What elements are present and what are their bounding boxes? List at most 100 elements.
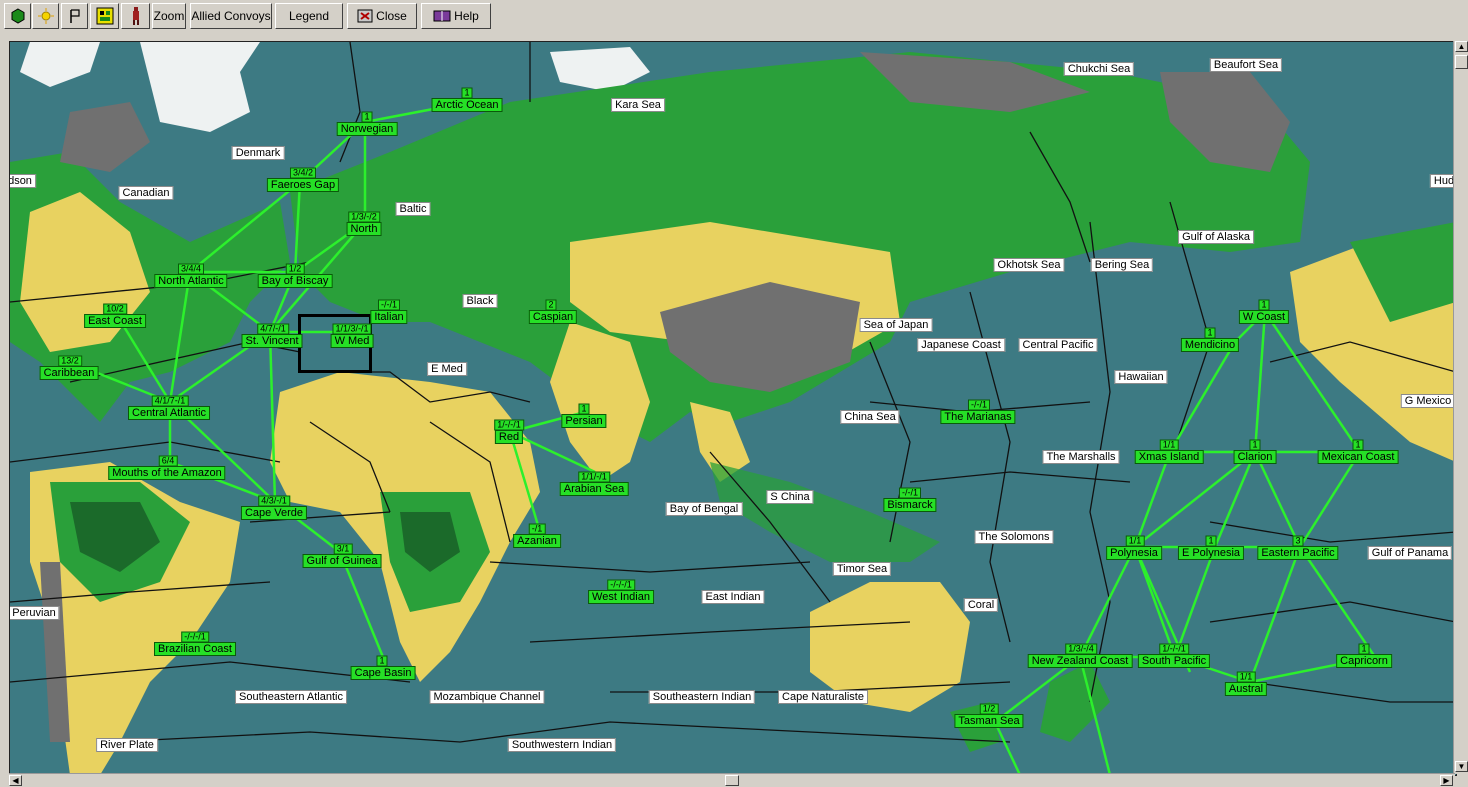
sea-zone-label[interactable]: Beaufort Sea: [1209, 58, 1283, 72]
convoy-zone-label[interactable]: Caspian: [528, 310, 578, 324]
sea-zone-label[interactable]: Gulf of Panama: [1367, 546, 1453, 560]
scroll-up-arrow-icon[interactable]: ▲: [1455, 41, 1468, 52]
convoy-zone-label[interactable]: Caribbean: [39, 366, 99, 380]
sea-zone-label[interactable]: G Mexico: [1400, 394, 1456, 408]
convoy-zone-label[interactable]: Mouths of the Amazon: [108, 466, 226, 480]
sea-zone-label[interactable]: Bering Sea: [1090, 258, 1154, 272]
convoy-zone-label[interactable]: Red: [494, 430, 524, 444]
convoy-zone-label[interactable]: Azanian: [513, 534, 561, 548]
convoy-code: 13/2: [58, 355, 82, 367]
sea-zone-label[interactable]: S China: [766, 490, 814, 504]
sea-zone-label[interactable]: Timor Sea: [832, 562, 892, 576]
convoy-zone-label[interactable]: North Atlantic: [154, 274, 228, 288]
world-map[interactable]: Kara Sea Chukchi Sea Beaufort Sea Denmar…: [9, 41, 1457, 776]
convoy-zone-label[interactable]: The Marianas: [940, 410, 1016, 424]
convoy-zone-label[interactable]: Capricorn: [1336, 654, 1392, 668]
sea-zone-label[interactable]: Gulf of Alaska: [1178, 230, 1254, 244]
flag-icon-button[interactable]: [61, 3, 88, 29]
convoy-zone-label[interactable]: Italian: [370, 310, 408, 324]
convoy-zone-label[interactable]: South Pacific: [1137, 654, 1211, 668]
sea-zone-label[interactable]: China Sea: [840, 410, 900, 424]
convoy-code: -/-/-/1: [181, 631, 209, 643]
sea-zone-label[interactable]: Chukchi Sea: [1063, 62, 1135, 76]
convoy-zone-label[interactable]: Clarion: [1233, 450, 1277, 464]
sea-zone-label[interactable]: Bay of Bengal: [665, 502, 743, 516]
sea-zone-label[interactable]: Denmark: [231, 146, 285, 160]
sea-zone-label[interactable]: Southwestern Indian: [507, 738, 617, 752]
sea-zone-label[interactable]: Coral: [963, 598, 999, 612]
allied-convoys-label: Allied Convoys: [191, 9, 271, 23]
allied-convoys-button[interactable]: Allied Convoys: [190, 3, 272, 29]
convoy-code: -/-/-/1: [607, 579, 635, 591]
convoy-zone-label[interactable]: Arabian Sea: [559, 482, 629, 496]
grid-icon-button[interactable]: [90, 3, 119, 29]
convoy-zone-label[interactable]: Austral: [1224, 682, 1268, 696]
convoy-zone-label[interactable]: West Indian: [588, 590, 654, 604]
convoy-zone-label[interactable]: Gulf of Guinea: [302, 554, 382, 568]
sea-zone-label[interactable]: Canadian: [118, 186, 174, 200]
convoy-code: 1/3/-/2: [348, 211, 380, 223]
sun-icon-button[interactable]: [32, 3, 59, 29]
grid-icon: [96, 7, 113, 25]
vertical-scrollbar[interactable]: ▲ ▼: [1453, 41, 1468, 774]
convoy-zone-label[interactable]: Cape Basin: [350, 666, 416, 680]
sea-zone-label[interactable]: Black: [462, 294, 498, 308]
sea-zone-label[interactable]: Hawaiian: [1114, 370, 1168, 384]
sea-zone-label[interactable]: Sea of Japan: [859, 318, 933, 332]
horizontal-scrollbar[interactable]: ◀ ▶: [9, 773, 1455, 787]
scroll-left-arrow-icon[interactable]: ◀: [9, 775, 22, 786]
sea-zone-label[interactable]: River Plate: [96, 738, 158, 752]
convoy-zone-label[interactable]: New Zealand Coast: [1027, 654, 1133, 668]
sea-zone-label[interactable]: dson: [10, 174, 36, 188]
convoy-zone-label[interactable]: Eastern Pacific: [1257, 546, 1339, 560]
sea-zone-label[interactable]: Central Pacific: [1018, 338, 1098, 352]
sea-zone-label[interactable]: Cape Naturaliste: [778, 690, 868, 704]
sea-zone-label[interactable]: Japanese Coast: [917, 338, 1005, 352]
convoy-zone-label[interactable]: East Coast: [84, 314, 146, 328]
sea-zone-label[interactable]: Peruvian: [10, 606, 60, 620]
convoy-zone-label[interactable]: Cape Verde: [240, 506, 308, 520]
hex-icon-button[interactable]: [4, 3, 31, 29]
convoy-zone-label[interactable]: Xmas Island: [1134, 450, 1204, 464]
convoy-zone-label[interactable]: North: [346, 222, 382, 236]
sea-zone-label[interactable]: Southeastern Atlantic: [235, 690, 347, 704]
scroll-right-arrow-icon[interactable]: ▶: [1440, 775, 1453, 786]
convoy-zone-label[interactable]: Persian: [561, 414, 607, 428]
sea-zone-label[interactable]: Southeastern Indian: [648, 690, 756, 704]
convoy-zone-label[interactable]: Bismarck: [883, 498, 937, 512]
convoy-zone-label[interactable]: W Med: [330, 334, 374, 348]
convoy-zone-label[interactable]: St. Vincent: [241, 334, 303, 348]
sea-zone-label[interactable]: East Indian: [701, 590, 765, 604]
convoy-code: 3: [1292, 535, 1304, 547]
convoy-zone-label[interactable]: E Polynesia: [1177, 546, 1245, 560]
sea-zone-label[interactable]: Kara Sea: [611, 98, 665, 112]
convoy-zone-label[interactable]: Mexican Coast: [1317, 450, 1399, 464]
convoy-code: 1: [578, 403, 590, 415]
convoy-zone-label[interactable]: Central Atlantic: [128, 406, 210, 420]
sea-zone-label[interactable]: The Solomons: [974, 530, 1054, 544]
horizontal-scroll-thumb[interactable]: [725, 775, 739, 786]
convoy-zone-label[interactable]: Polynesia: [1106, 546, 1162, 560]
close-button[interactable]: Close: [347, 3, 417, 29]
convoy-zone-label[interactable]: Arctic Ocean: [431, 98, 503, 112]
vertical-scroll-thumb[interactable]: [1455, 55, 1468, 69]
zoom-button[interactable]: Zoom: [152, 3, 186, 29]
convoy-zone-label[interactable]: Tasman Sea: [954, 714, 1024, 728]
help-button[interactable]: Help: [421, 3, 491, 29]
convoy-code: 1: [376, 655, 388, 667]
sea-zone-label[interactable]: Mozambique Channel: [429, 690, 545, 704]
convoy-zone-label[interactable]: Faeroes Gap: [266, 178, 340, 192]
sea-zone-label[interactable]: Okhotsk Sea: [993, 258, 1065, 272]
convoy-zone-label[interactable]: Norwegian: [336, 122, 398, 136]
sea-zone-label[interactable]: Baltic: [395, 202, 431, 216]
convoy-zone-label[interactable]: Bay of Biscay: [257, 274, 333, 288]
legend-button[interactable]: Legend: [275, 3, 343, 29]
sea-zone-label[interactable]: The Marshalls: [1042, 450, 1120, 464]
sea-zone-label[interactable]: E Med: [427, 362, 467, 376]
convoy-zone-label[interactable]: Brazilian Coast: [154, 642, 236, 656]
soldier-icon-button[interactable]: [121, 3, 150, 29]
scroll-down-arrow-icon[interactable]: ▼: [1455, 761, 1468, 772]
convoy-code: 1: [1258, 299, 1270, 311]
convoy-zone-label[interactable]: Mendicino: [1180, 338, 1240, 352]
convoy-zone-label[interactable]: W Coast: [1238, 310, 1290, 324]
